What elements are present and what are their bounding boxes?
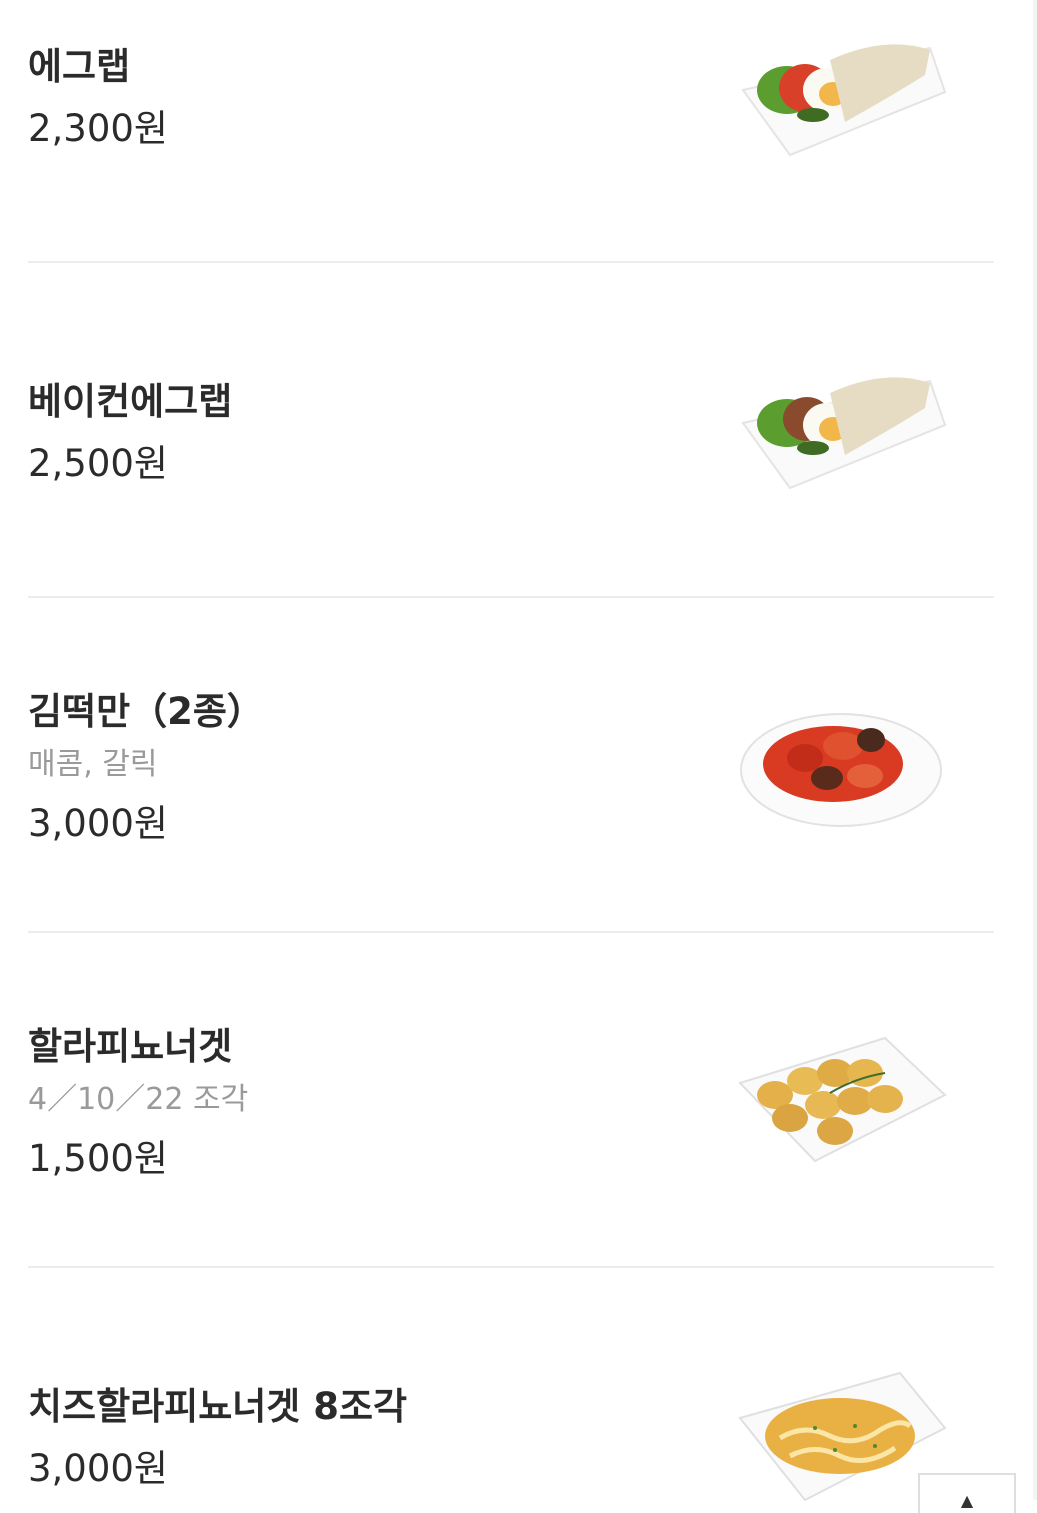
menu-item-price: 3,000원 [28,1447,168,1490]
menu-item-price: 1,500원 [28,1137,168,1180]
menu-item-price: 2,500원 [28,442,168,485]
menu-item-name: 할라피뇨너겟 [28,1025,233,1068]
menu-list: 에그랩 2,300원 베이컨에그랩 2,500원 김떡만（2종） 매콤, 갈릭 … [0,0,1037,1502]
scrollbar[interactable] [1033,0,1037,1500]
menu-item-price: 2,300원 [28,107,168,150]
menu-item-price: 3,000원 [28,802,168,845]
menu-item-name: 베이컨에그랩 [28,380,233,423]
menu-item-cheese-jalapeno-nugget[interactable]: 치즈할라피뇨너겟 8조각 3,000원 [0,1268,1037,1502]
menu-item-name: 에그랩 [28,45,131,88]
menu-item-jalapeno-nugget[interactable]: 할라피뇨너겟 4／10／22 조각 1,500원 [0,933,1037,1267]
bacon-egg-wrap-image [741,377,947,490]
jalapeno-nugget-image [738,1036,947,1163]
menu-item-kimtteokman[interactable]: 김떡만（2종） 매콤, 갈릭 3,000원 [0,598,1037,932]
scroll-to-top-button[interactable]: ▲ [918,1473,1016,1513]
menu-item-name: 김떡만（2종） [28,690,264,733]
menu-item-description: 4／10／22 조각 [28,1082,249,1117]
egg-wrap-image [741,44,947,157]
menu-item-egg-wrap[interactable]: 에그랩 2,300원 [0,0,1037,262]
kimtteokman-image [740,713,942,827]
chevron-up-icon: ▲ [960,1491,974,1510]
menu-item-description: 매콤, 갈릭 [28,747,158,782]
menu-item-bacon-egg-wrap[interactable]: 베이컨에그랩 2,500원 [0,263,1037,597]
menu-item-name: 치즈할라피뇨너겟 8조각 [28,1385,408,1428]
